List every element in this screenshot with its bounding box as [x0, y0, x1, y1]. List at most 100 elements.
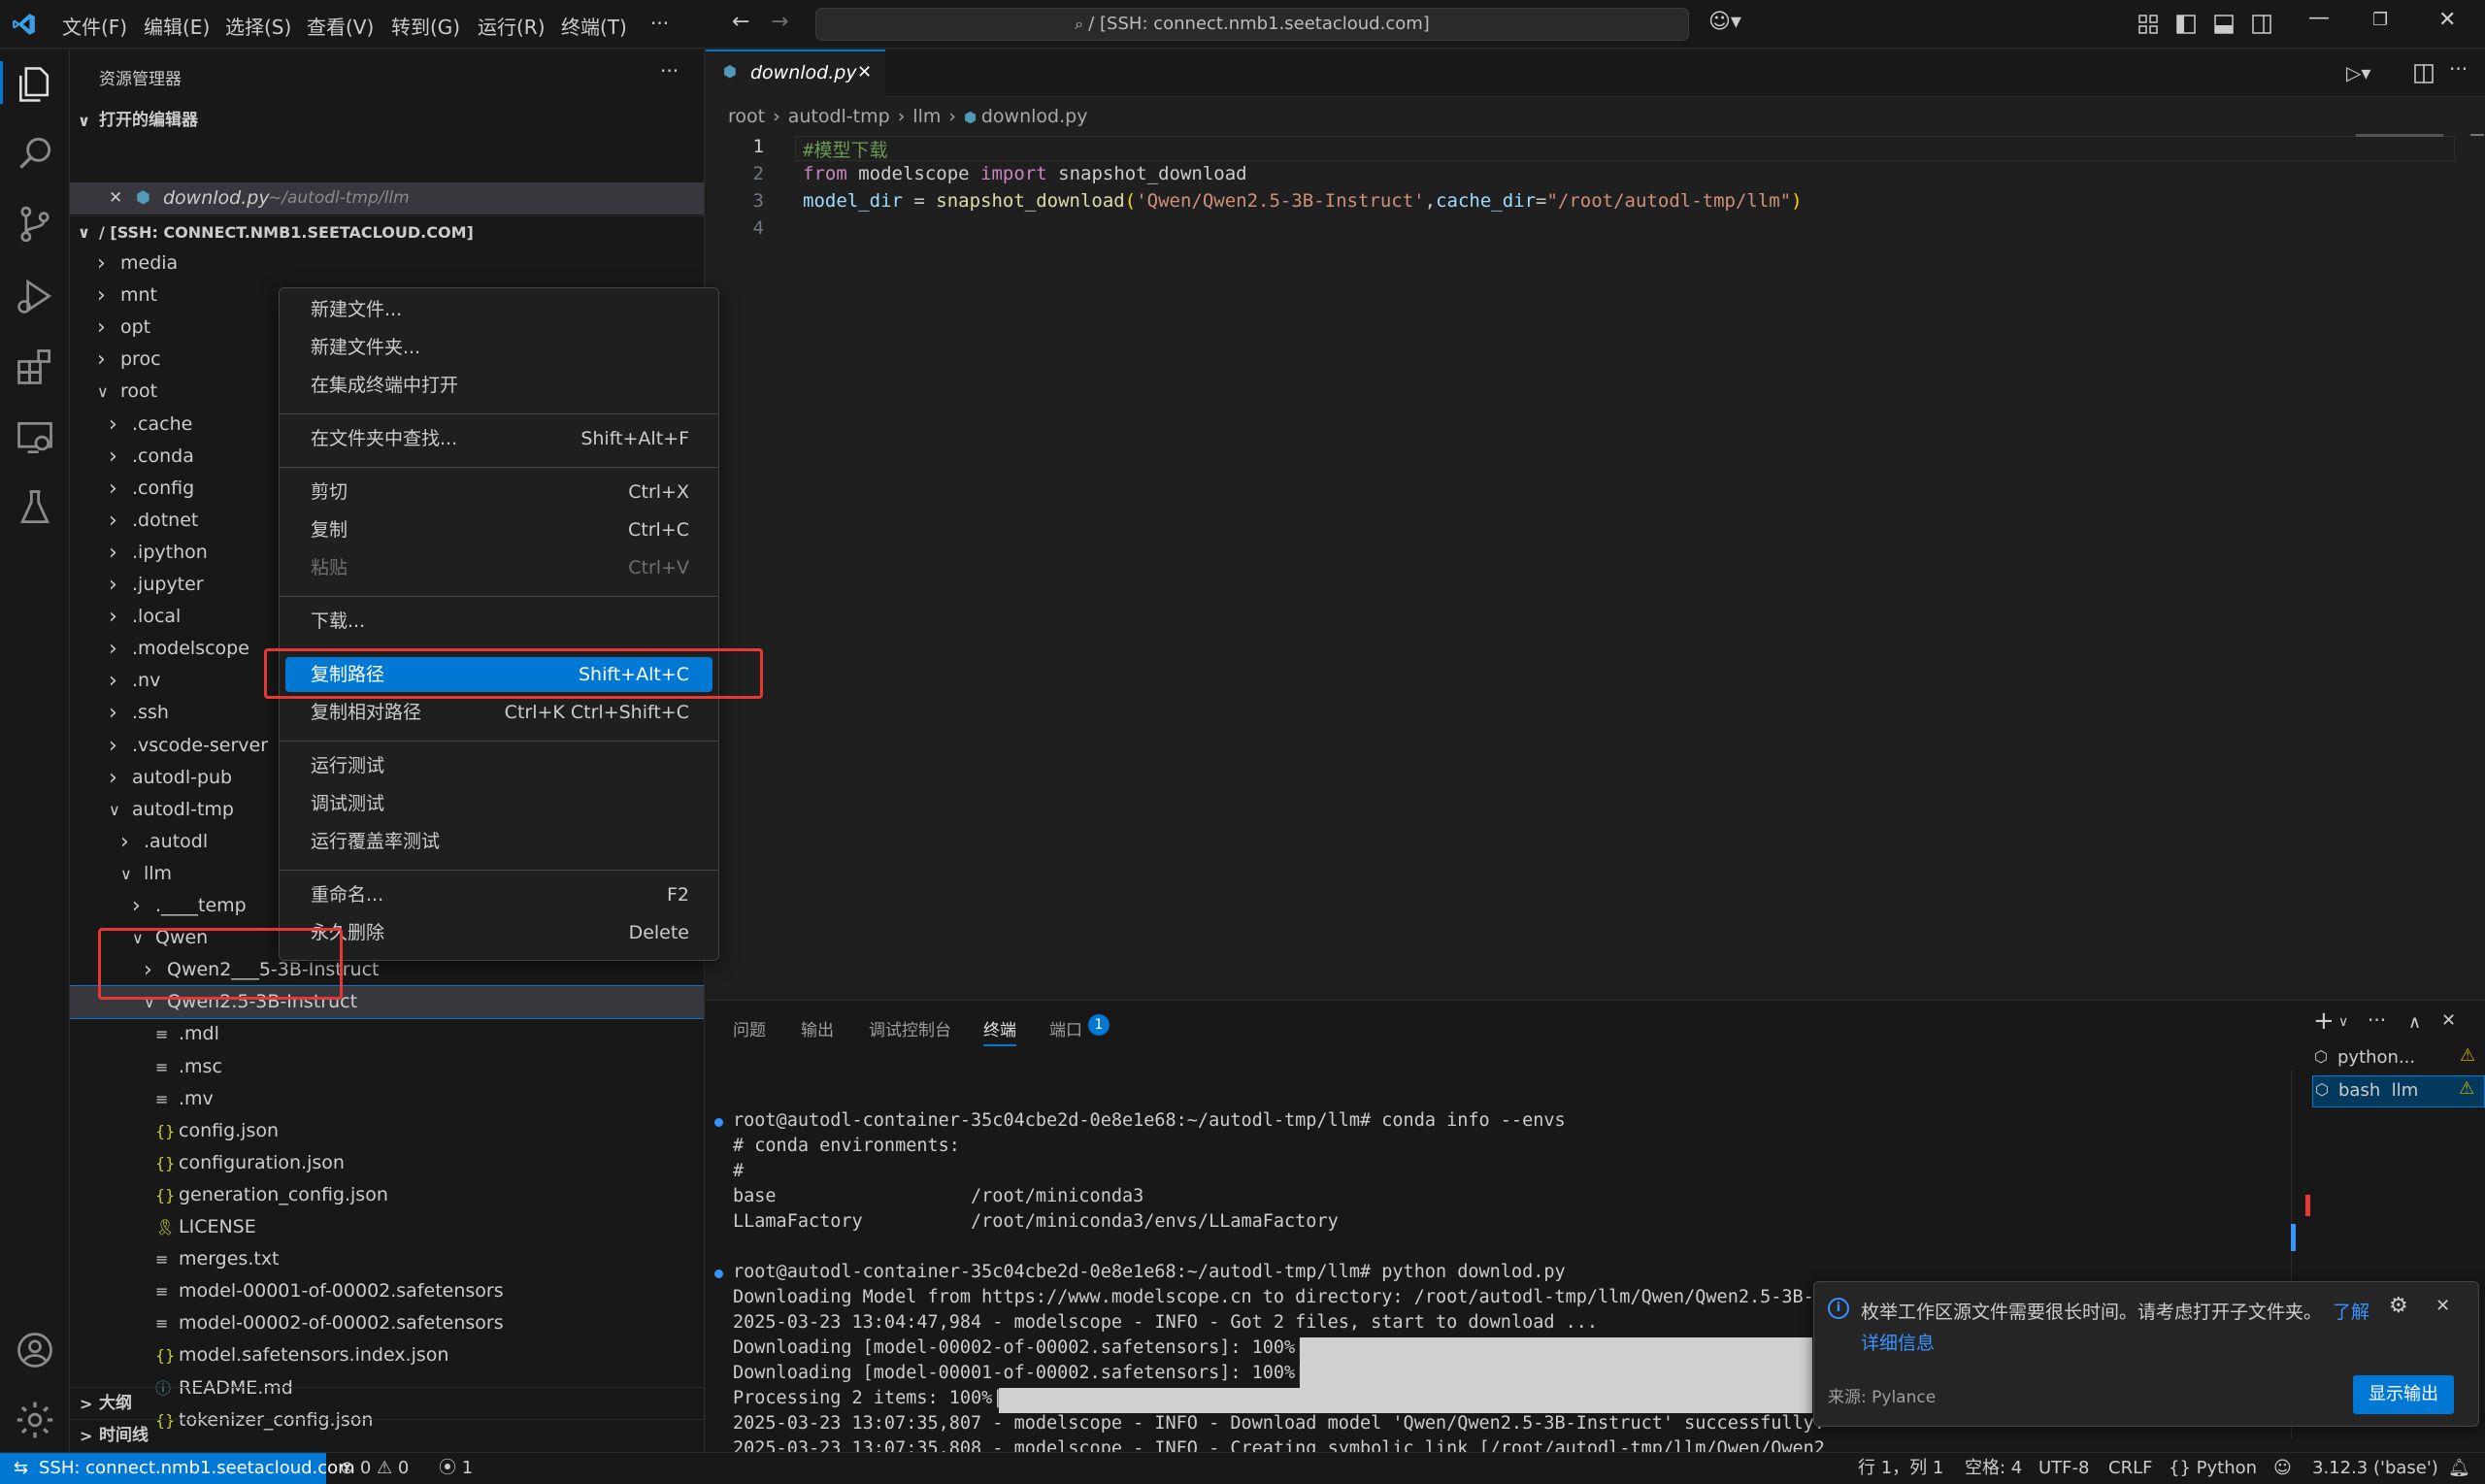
context-menu-item[interactable]: 复制 Ctrl+C [285, 512, 712, 547]
tab-downlod-py[interactable]: ⬢ downlod.py ✕ [706, 49, 885, 97]
learn-more-link[interactable]: 了解 [2333, 1298, 2369, 1324]
explorer-icon[interactable] [14, 63, 56, 106]
menu-selection[interactable]: 选择(S) [225, 12, 291, 40]
accounts-icon[interactable] [14, 1329, 56, 1371]
breadcrumb-file[interactable]: downlod.py [981, 106, 1088, 127]
open-editors-header[interactable]: ∨ 打开的编辑器 [70, 105, 704, 137]
python-interpreter[interactable]: 3.12.3 ('base') [2312, 1453, 2438, 1484]
tree-item[interactable]: {} config.json [70, 1115, 704, 1147]
testing-icon[interactable] [14, 486, 56, 529]
context-menu-item[interactable]: 永久删除 Delete [285, 915, 712, 950]
split-editor-icon[interactable] [2414, 64, 2434, 83]
back-arrow-icon[interactable]: ← [732, 10, 749, 34]
tab-close-icon[interactable]: ✕ [857, 62, 872, 82]
menu-view[interactable]: 查看(V) [307, 12, 374, 40]
language-mode[interactable]: {} Python [2169, 1453, 2257, 1484]
tree-item[interactable]: ≡ merges.txt [70, 1243, 704, 1275]
open-editor-item[interactable]: ✕ ⬢ downlod.py ~/autodl-tmp/llm [70, 182, 704, 214]
copilot-icon[interactable]: ☺▾ [1708, 10, 1741, 34]
context-menu-item[interactable]: 运行测试 [285, 748, 712, 783]
close-panel-icon[interactable]: ✕ [2441, 1010, 2456, 1031]
tab-ports[interactable]: 端口 [1049, 1016, 1082, 1040]
run-debug-icon[interactable] [14, 275, 56, 317]
end-of-line[interactable]: CRLF [2108, 1453, 2152, 1484]
tree-item[interactable]: ≡ .mdl [70, 1018, 704, 1050]
command-decoration-icon[interactable] [714, 1118, 723, 1127]
context-menu-item[interactable]: 在集成终端中打开 [285, 368, 712, 403]
context-menu-item[interactable]: 下载... [285, 604, 712, 639]
command-decoration-icon[interactable] [714, 1270, 723, 1278]
settings-gear-icon[interactable] [14, 1399, 56, 1441]
tab-terminal[interactable]: 终端 [983, 1016, 1016, 1046]
menu-terminal[interactable]: 终端(T) [561, 12, 627, 40]
context-menu-item[interactable]: 新建文件... [285, 292, 712, 327]
chevron-down-icon[interactable]: ∨ [2338, 1014, 2348, 1030]
tree-item[interactable]: {} model.safetensors.index.json [70, 1339, 704, 1371]
forward-arrow-icon[interactable]: → [771, 10, 788, 34]
context-menu-item[interactable]: 剪切 Ctrl+X [285, 475, 712, 510]
problems-status[interactable]: ⊗ 0 ⚠ 0 [340, 1453, 409, 1484]
breadcrumb-llm[interactable]: llm [912, 106, 941, 127]
code-editor[interactable]: root › autodl-tmp › llm › ⬢ downlod.py 1 2 3 4… [706, 97, 2485, 1000]
terminal-list-item[interactable]: ⬡ python... ⚠ [2312, 1043, 2485, 1075]
menu-file[interactable]: 文件(F) [62, 12, 127, 40]
menu-go[interactable]: 转到(G) [391, 12, 460, 40]
terminal-list-item-active[interactable]: ⬡ bash llm ⚠ [2312, 1075, 2485, 1107]
toggle-sidebar-icon[interactable] [2176, 15, 2196, 34]
maximize-panel-icon[interactable]: ∧ [2408, 1012, 2421, 1033]
cursor-position[interactable]: 行 1，列 1 [1858, 1453, 1943, 1484]
editor-more-icon[interactable]: ··· [2449, 57, 2468, 81]
details-link[interactable]: 详细信息 [1861, 1329, 1935, 1355]
tree-item[interactable]: {} generation_config.json [70, 1179, 704, 1211]
outline-header[interactable]: > 大纲 [70, 1387, 704, 1419]
toggle-panel-icon[interactable] [2214, 15, 2234, 34]
context-menu-item[interactable]: 复制相对路径 Ctrl+K Ctrl+Shift+C [285, 695, 712, 730]
workspace-header[interactable]: ∨ / [SSH: CONNECT.NMB1.SEETACLOUD.COM] [70, 215, 704, 247]
tab-output[interactable]: 输出 [801, 1016, 834, 1040]
tree-item[interactable]: ≡ model-00001-of-00002.safetensors [70, 1275, 704, 1307]
context-menu-item[interactable]: 新建文件夹... [285, 330, 712, 365]
minimap[interactable] [2356, 134, 2443, 137]
copilot-status-icon[interactable]: ☺ [2273, 1453, 2292, 1484]
close-window-icon[interactable]: ✕ [2438, 8, 2456, 32]
restore-icon[interactable]: ❐ [2372, 10, 2388, 30]
tab-debug-console[interactable]: 调试控制台 [869, 1016, 951, 1040]
indentation[interactable]: 空格: 4 [1965, 1453, 2022, 1484]
tree-item[interactable]: ≡ model-00002-of-00002.safetensors [70, 1307, 704, 1339]
gear-icon[interactable]: ⚙ [2389, 1294, 2408, 1318]
panel-more-icon[interactable]: ··· [2368, 1008, 2386, 1032]
extensions-icon[interactable] [14, 346, 56, 388]
tree-item[interactable]: ≡ .msc [70, 1051, 704, 1083]
minimize-icon[interactable]: — [2308, 6, 2330, 30]
close-notification-icon[interactable]: ✕ [2435, 1296, 2450, 1316]
toggle-secondary-sidebar-icon[interactable] [2252, 15, 2271, 34]
run-file-icon[interactable]: ▷▾ [2346, 61, 2370, 84]
context-menu-item[interactable]: 调试测试 [285, 786, 712, 821]
remote-explorer-icon[interactable] [14, 416, 56, 459]
menu-run[interactable]: 运行(R) [478, 12, 546, 40]
tab-problems[interactable]: 问题 [733, 1016, 766, 1040]
ports-status[interactable]: ⦿ 1 [439, 1453, 473, 1484]
encoding[interactable]: UTF-8 [2038, 1453, 2089, 1484]
customize-layout-icon[interactable] [2138, 15, 2158, 34]
remote-indicator[interactable]: ⇆ SSH: connect.nmb1.seetacloud.com [0, 1453, 355, 1484]
search-icon[interactable] [14, 132, 56, 175]
command-center[interactable]: ⌕ / [SSH: connect.nmb1.seetacloud.com] [815, 8, 1689, 41]
menu-more[interactable]: ··· [650, 12, 669, 35]
source-control-icon[interactable] [14, 203, 56, 246]
close-icon[interactable]: ✕ [109, 182, 122, 214]
tree-item[interactable]: ≡ .mv [70, 1083, 704, 1115]
tree-item[interactable]: 🎗︎ LICENSE [70, 1211, 704, 1243]
context-menu-item[interactable]: 重命名... F2 [285, 877, 712, 912]
context-menu-item[interactable]: 运行覆盖率测试 [285, 824, 712, 859]
sidebar-more-icon[interactable]: ··· [660, 59, 679, 82]
new-terminal-icon[interactable]: + [2313, 1006, 2335, 1036]
breadcrumb-root[interactable]: root [728, 106, 765, 127]
show-output-button[interactable]: 显示输出 [2353, 1375, 2454, 1414]
tree-item[interactable]: › media [70, 247, 704, 280]
tree-item[interactable]: {} configuration.json [70, 1147, 704, 1179]
menu-edit[interactable]: 编辑(E) [144, 12, 210, 40]
timeline-header[interactable]: > 时间线 [70, 1419, 704, 1451]
breadcrumb-autodl-tmp[interactable]: autodl-tmp [788, 106, 890, 127]
context-menu-item[interactable]: 在文件夹中查找... Shift+Alt+F [285, 421, 712, 456]
